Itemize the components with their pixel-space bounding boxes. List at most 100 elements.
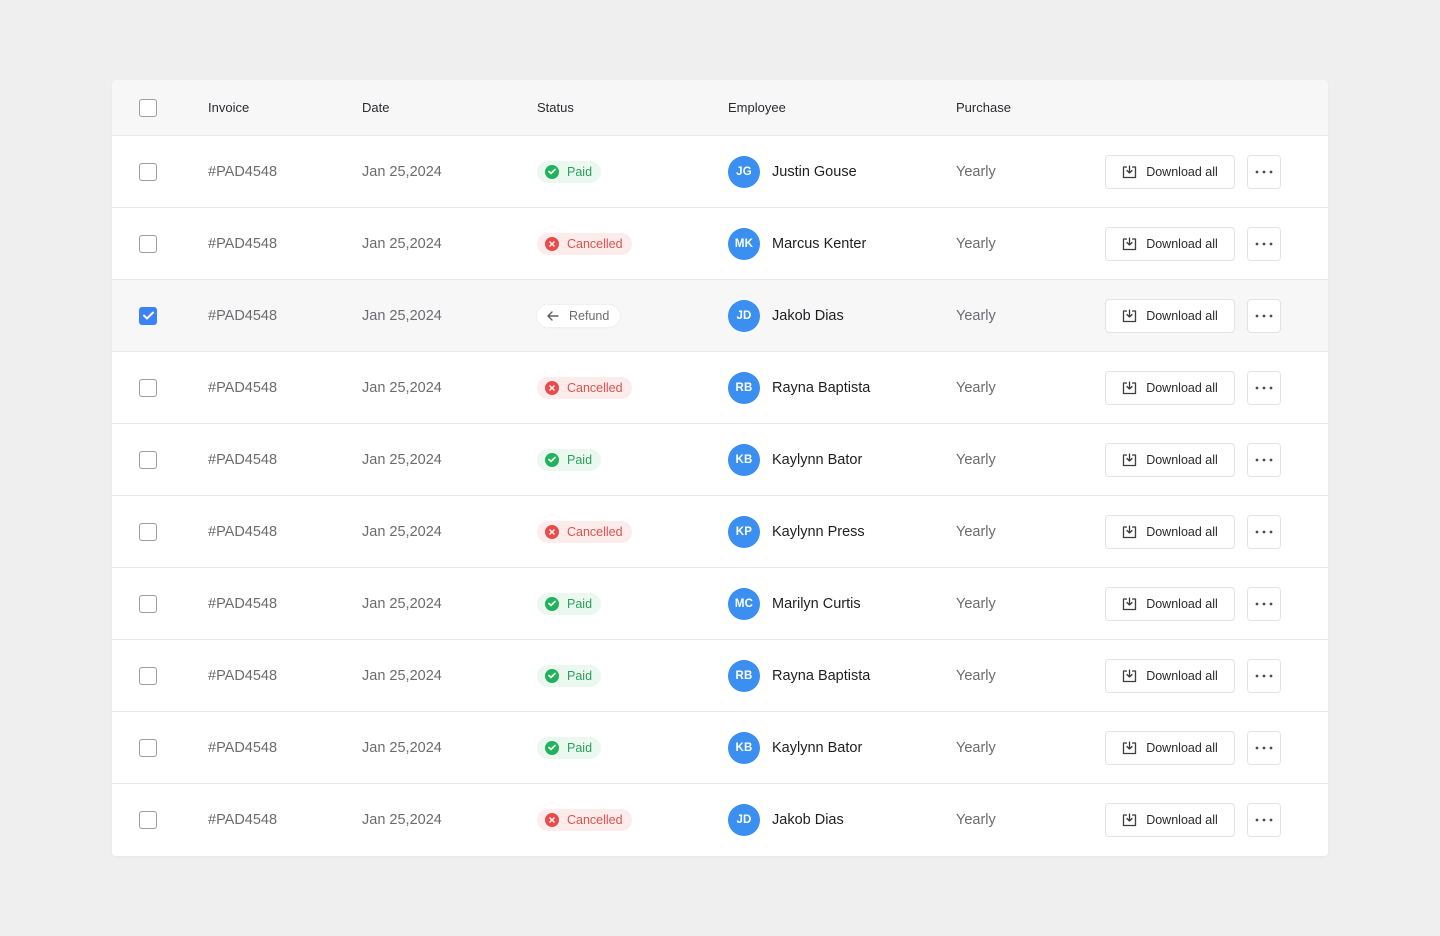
table-header: Invoice Date Status Employee Purchase	[112, 80, 1328, 136]
row-checkbox[interactable]	[139, 738, 157, 757]
download-all-button[interactable]: Download all	[1105, 658, 1235, 693]
more-options-button[interactable]	[1247, 658, 1281, 693]
download-all-label: Download all	[1146, 740, 1218, 755]
ellipsis-icon	[1255, 458, 1273, 462]
invoice-date: Jan 25,2024	[362, 451, 442, 468]
invoice-date: Jan 25,2024	[362, 595, 442, 612]
more-options-button[interactable]	[1247, 586, 1281, 621]
status-label: Paid	[567, 164, 593, 179]
more-options-button[interactable]	[1247, 730, 1281, 765]
status-label: Paid	[567, 668, 593, 683]
table-row[interactable]: #PAD4548 Jan 25,2024 Paid KB Kaylynn Bator Ye…	[112, 712, 1328, 784]
status-label: Cancelled	[567, 380, 623, 395]
invoice-date: Jan 25,2024	[362, 523, 442, 540]
table-row[interactable]: #PAD4548 Jan 25,2024 Refund JD Jakob Dias Yea…	[112, 280, 1328, 352]
employee-name: Kaylynn Bator	[772, 739, 863, 756]
ellipsis-icon	[1255, 818, 1273, 822]
invoice-table: Invoice Date Status Employee Purchase #P…	[112, 80, 1328, 856]
invoice-number: #PAD4548	[208, 667, 278, 684]
download-all-button[interactable]: Download all	[1105, 803, 1235, 837]
header-invoice[interactable]: Invoice	[208, 100, 249, 115]
employee-name: Jakob Dias	[772, 307, 844, 324]
more-options-button[interactable]	[1247, 514, 1281, 549]
download-all-button[interactable]: Download all	[1105, 370, 1235, 405]
status-label: Paid	[567, 596, 593, 611]
invoice-number: #PAD4548	[208, 739, 278, 756]
table-row[interactable]: #PAD4548 Jan 25,2024 Cancelled RB Rayna Bapt…	[112, 352, 1328, 424]
ellipsis-icon	[1255, 530, 1273, 534]
row-checkbox[interactable]	[139, 450, 157, 469]
avatar: JD	[728, 299, 760, 332]
purchase-type: Yearly	[956, 307, 996, 324]
select-all-checkbox[interactable]	[139, 98, 157, 117]
x-circle-icon	[545, 380, 559, 395]
download-all-label: Download all	[1146, 164, 1218, 179]
checkmark-icon	[142, 311, 154, 320]
row-checkbox[interactable]	[139, 306, 157, 325]
avatar: KP	[728, 515, 760, 548]
check-circle-icon	[545, 596, 559, 611]
status-label: Refund	[569, 308, 610, 323]
download-tray-icon	[1122, 452, 1137, 467]
more-options-button[interactable]	[1247, 298, 1281, 333]
x-circle-icon	[545, 813, 559, 827]
table-row[interactable]: #PAD4548 Jan 25,2024 Cancelled KP Kaylynn Pr…	[112, 496, 1328, 568]
download-all-label: Download all	[1146, 380, 1218, 395]
download-tray-icon	[1122, 668, 1137, 683]
invoice-number: #PAD4548	[208, 163, 278, 180]
row-checkbox[interactable]	[139, 378, 157, 397]
table-row[interactable]: #PAD4548 Jan 25,2024 Paid KB Kaylynn Bator Ye…	[112, 424, 1328, 496]
download-all-button[interactable]: Download all	[1105, 154, 1235, 189]
status-label: Cancelled	[567, 813, 623, 827]
row-checkbox[interactable]	[139, 594, 157, 613]
row-checkbox[interactable]	[139, 666, 157, 685]
download-tray-icon	[1122, 524, 1137, 539]
employee-name: Kaylynn Press	[772, 523, 865, 540]
invoice-date: Jan 25,2024	[362, 235, 442, 252]
download-all-button[interactable]: Download all	[1105, 298, 1235, 333]
invoice-number: #PAD4548	[208, 379, 278, 396]
more-options-button[interactable]	[1247, 803, 1281, 837]
more-options-button[interactable]	[1247, 370, 1281, 405]
check-circle-icon	[545, 164, 559, 179]
row-checkbox[interactable]	[139, 522, 157, 541]
purchase-type: Yearly	[956, 523, 996, 540]
row-checkbox[interactable]	[139, 162, 157, 181]
employee-name: Rayna Baptista	[772, 667, 871, 684]
header-purchase[interactable]: Purchase	[956, 100, 1011, 115]
arrow-left-icon	[547, 310, 559, 321]
more-options-button[interactable]	[1247, 226, 1281, 261]
download-all-button[interactable]: Download all	[1105, 730, 1235, 765]
download-tray-icon	[1122, 308, 1137, 323]
row-checkbox[interactable]	[139, 811, 157, 829]
invoice-number: #PAD4548	[208, 235, 278, 252]
table-row[interactable]: #PAD4548 Jan 25,2024 Paid RB Rayna Baptista Y…	[112, 640, 1328, 712]
purchase-type: Yearly	[956, 812, 996, 828]
more-options-button[interactable]	[1247, 442, 1281, 477]
select-all-cell	[139, 80, 157, 135]
employee-name: Marilyn Curtis	[772, 595, 861, 612]
table-row[interactable]: #PAD4548 Jan 25,2024 Cancelled MK Marcus Ken…	[112, 208, 1328, 280]
status-badge-refund: Refund	[537, 304, 621, 327]
header-date[interactable]: Date	[362, 100, 389, 115]
header-employee[interactable]: Employee	[728, 100, 786, 115]
download-all-button[interactable]: Download all	[1105, 226, 1235, 261]
download-tray-icon	[1122, 596, 1137, 611]
avatar: RB	[728, 371, 760, 404]
download-all-button[interactable]: Download all	[1105, 442, 1235, 477]
ellipsis-icon	[1255, 170, 1273, 174]
download-all-button[interactable]: Download all	[1105, 586, 1235, 621]
more-options-button[interactable]	[1247, 154, 1281, 189]
row-checkbox[interactable]	[139, 234, 157, 253]
download-all-button[interactable]: Download all	[1105, 514, 1235, 549]
ellipsis-icon	[1255, 314, 1273, 318]
header-status[interactable]: Status	[537, 100, 574, 115]
table-row[interactable]: #PAD4548 Jan 25,2024 Paid MC Marilyn Curtis Y…	[112, 568, 1328, 640]
check-circle-icon	[545, 740, 559, 755]
download-all-label: Download all	[1146, 236, 1218, 251]
table-row[interactable]: #PAD4548 Jan 25,2024 Paid JG Justin Gouse Yea…	[112, 136, 1328, 208]
purchase-type: Yearly	[956, 379, 996, 396]
table-row[interactable]: #PAD4548 Jan 25,2024 Cancelled JD Jakob Dias…	[112, 784, 1328, 856]
download-all-label: Download all	[1146, 524, 1218, 539]
purchase-type: Yearly	[956, 739, 996, 756]
